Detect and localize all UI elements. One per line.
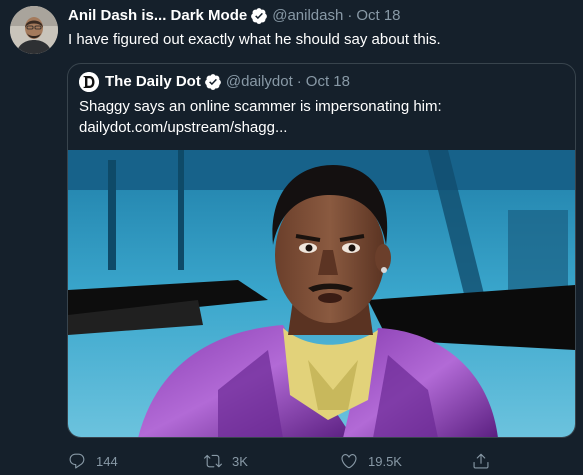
like-button[interactable]: 19.5K <box>340 450 402 472</box>
retweet-icon <box>204 454 222 468</box>
quoted-tweet-header: The Daily Dot @dailydot · Oct 18 <box>79 72 350 92</box>
timestamp[interactable]: Oct 18 <box>356 6 400 26</box>
share-icon <box>473 453 489 469</box>
tweet-actions: 144 3K 19.5K <box>68 450 508 472</box>
quoted-media-image[interactable] <box>68 150 575 437</box>
display-name[interactable]: Anil Dash is... Dark Mode <box>68 6 247 26</box>
verified-badge-icon <box>251 8 268 24</box>
daily-dot-logo-icon <box>79 72 99 92</box>
quoted-display-name[interactable]: The Daily Dot <box>105 72 201 92</box>
reply-icon <box>69 453 85 469</box>
quoted-link[interactable]: dailydot.com/upstream/shagg... <box>79 117 442 138</box>
media-illustration <box>68 150 575 437</box>
quoted-text-line: Shaggy says an online scammer is imperso… <box>79 98 442 115</box>
handle[interactable]: @anildash <box>272 6 343 26</box>
retweet-button[interactable]: 3K <box>204 450 248 472</box>
share-button[interactable] <box>472 450 490 472</box>
like-count: 19.5K <box>368 453 402 469</box>
separator: · <box>347 7 353 24</box>
separator: · <box>296 73 302 90</box>
heart-icon <box>341 454 357 469</box>
reply-count: 144 <box>96 453 118 469</box>
quoted-handle[interactable]: @dailydot <box>226 72 293 92</box>
quoted-tweet-text: Shaggy says an online scammer is imperso… <box>79 96 442 138</box>
verified-badge-icon <box>204 74 221 90</box>
quoted-timestamp[interactable]: Oct 18 <box>306 72 350 92</box>
avatar[interactable] <box>10 6 58 54</box>
retweet-count: 3K <box>232 453 248 469</box>
avatar-image <box>10 6 58 54</box>
tweet-header: Anil Dash is... Dark Mode @anildash · Oc… <box>68 6 401 26</box>
tweet-text: I have figured out exactly what he shoul… <box>68 31 441 48</box>
reply-button[interactable]: 144 <box>68 450 118 472</box>
tweet[interactable]: Anil Dash is... Dark Mode @anildash · Oc… <box>0 0 583 475</box>
quoted-tweet[interactable]: The Daily Dot @dailydot · Oct 18 Shaggy … <box>67 63 576 438</box>
